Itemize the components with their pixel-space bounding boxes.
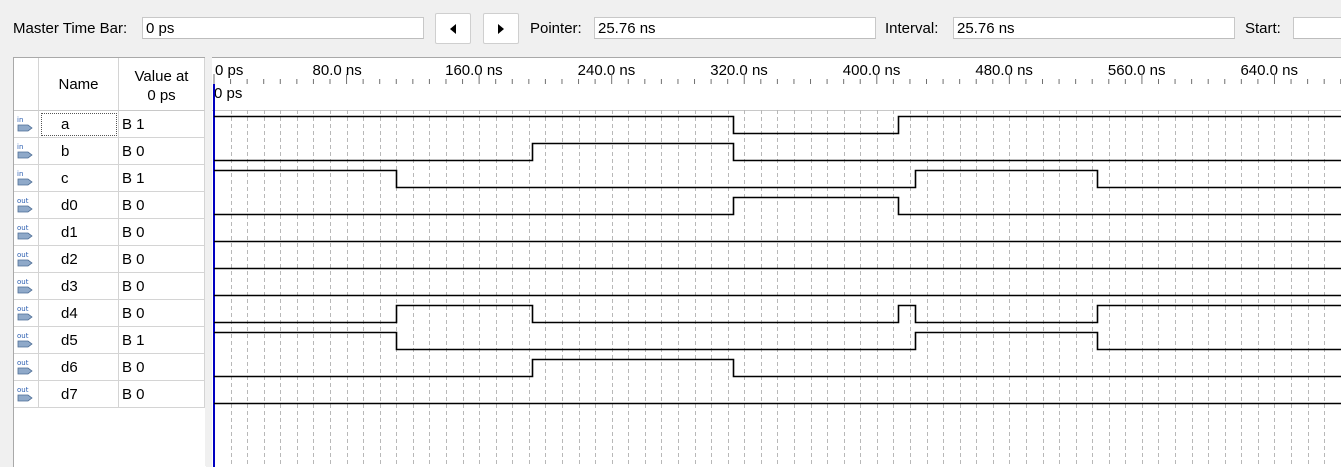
signal-name: d1 (39, 219, 119, 246)
master-time-bar-label: Master Time Bar: (13, 20, 128, 37)
signal-name: d5 (39, 327, 119, 354)
signal-value: B 0 (119, 381, 205, 408)
pin-cell: out (14, 381, 39, 408)
signal-row[interactable]: out d5 B 1 (14, 327, 205, 354)
pin-cell: in (14, 138, 39, 165)
start-label: Start: (1245, 20, 1281, 37)
svg-text:out: out (17, 359, 29, 367)
triangle-right-icon (498, 23, 504, 34)
pin-cell: out (14, 273, 39, 300)
signal-name: d2 (39, 246, 119, 273)
signal-name: a (39, 111, 119, 138)
waveform-pane[interactable]: 0 ps 80.0 ns 160.0 ns 240.0 ns 320.0 ns 400.0… (212, 57, 1341, 467)
signal-value: B 0 (119, 273, 205, 300)
signal-row[interactable]: in b B 0 (14, 138, 205, 165)
output-pin-icon: out (17, 251, 33, 267)
output-pin-icon: out (17, 386, 33, 402)
signal-value: B 0 (119, 192, 205, 219)
pointer-label: Pointer: (530, 20, 582, 37)
signal-value: B 0 (119, 138, 205, 165)
pin-cell: out (14, 327, 39, 354)
svg-text:in: in (17, 116, 23, 124)
signal-row[interactable]: out d1 B 0 (14, 219, 205, 246)
output-pin-icon: out (17, 224, 33, 240)
output-pin-icon: out (17, 278, 33, 294)
signal-value: B 0 (119, 300, 205, 327)
output-pin-icon: out (17, 197, 33, 213)
signal-name: b (39, 138, 119, 165)
pin-cell: out (14, 192, 39, 219)
signal-row[interactable]: out d0 B 0 (14, 192, 205, 219)
pin-cell: in (14, 165, 39, 192)
signal-name: d4 (39, 300, 119, 327)
pin-cell: out (14, 300, 39, 327)
toolbar: Master Time Bar: 0 ps Pointer: 25.76 ns … (0, 0, 1341, 57)
svg-text:in: in (17, 170, 23, 178)
svg-text:out: out (17, 305, 29, 313)
signal-row[interactable]: out d3 B 0 (14, 273, 205, 300)
output-pin-icon: out (17, 305, 33, 321)
pin-cell: out (14, 219, 39, 246)
interval-label: Interval: (885, 20, 939, 37)
signal-row[interactable]: out d4 B 0 (14, 300, 205, 327)
signal-name: d6 (39, 354, 119, 381)
signal-value: B 0 (119, 219, 205, 246)
input-pin-icon: in (17, 143, 33, 159)
name-column-header[interactable]: Name (39, 58, 119, 111)
signal-name: c (39, 165, 119, 192)
signal-grid: Name Value at 0 ps in a B 1 in b B 0 in c B 1 out… (13, 57, 206, 467)
name-header-label: Name (58, 76, 99, 93)
input-pin-icon: in (17, 170, 33, 186)
svg-text:in: in (17, 143, 23, 151)
signal-row[interactable]: in a B 1 (14, 111, 205, 138)
signal-row[interactable]: out d2 B 0 (14, 246, 205, 273)
signal-row[interactable]: in c B 1 (14, 165, 205, 192)
start-field[interactable] (1293, 17, 1341, 39)
signal-value: B 1 (119, 327, 205, 354)
pin-cell: in (14, 111, 39, 138)
previous-transition-button[interactable] (435, 13, 471, 44)
signal-value: B 1 (119, 111, 205, 138)
signal-name: d3 (39, 273, 119, 300)
interval-field[interactable]: 25.76 ns (953, 17, 1235, 39)
signal-name: d7 (39, 381, 119, 408)
pin-cell: out (14, 246, 39, 273)
svg-text:out: out (17, 251, 29, 259)
signal-name: d0 (39, 192, 119, 219)
waveform-canvas[interactable] (212, 58, 1341, 467)
svg-text:out: out (17, 278, 29, 286)
svg-text:out: out (17, 224, 29, 232)
svg-text:out: out (17, 197, 29, 205)
pointer-field[interactable]: 25.76 ns (594, 17, 876, 39)
master-time-bar-field[interactable]: 0 ps (142, 17, 424, 39)
triangle-left-icon (450, 23, 456, 34)
output-pin-icon: out (17, 359, 33, 375)
signal-value: B 0 (119, 246, 205, 273)
svg-text:out: out (17, 386, 29, 394)
output-pin-icon: out (17, 332, 33, 348)
pin-cell: out (14, 354, 39, 381)
value-header-line1: Value at (134, 68, 189, 85)
signal-row[interactable]: out d7 B 0 (14, 381, 205, 408)
value-column-header[interactable]: Value at 0 ps (119, 58, 205, 111)
signal-row[interactable]: out d6 B 0 (14, 354, 205, 381)
signal-value: B 0 (119, 354, 205, 381)
input-pin-icon: in (17, 116, 33, 132)
value-header-line2: 0 ps (147, 87, 176, 104)
next-transition-button[interactable] (483, 13, 519, 44)
svg-text:out: out (17, 332, 29, 340)
pin-type-header (14, 58, 39, 111)
signal-value: B 1 (119, 165, 205, 192)
